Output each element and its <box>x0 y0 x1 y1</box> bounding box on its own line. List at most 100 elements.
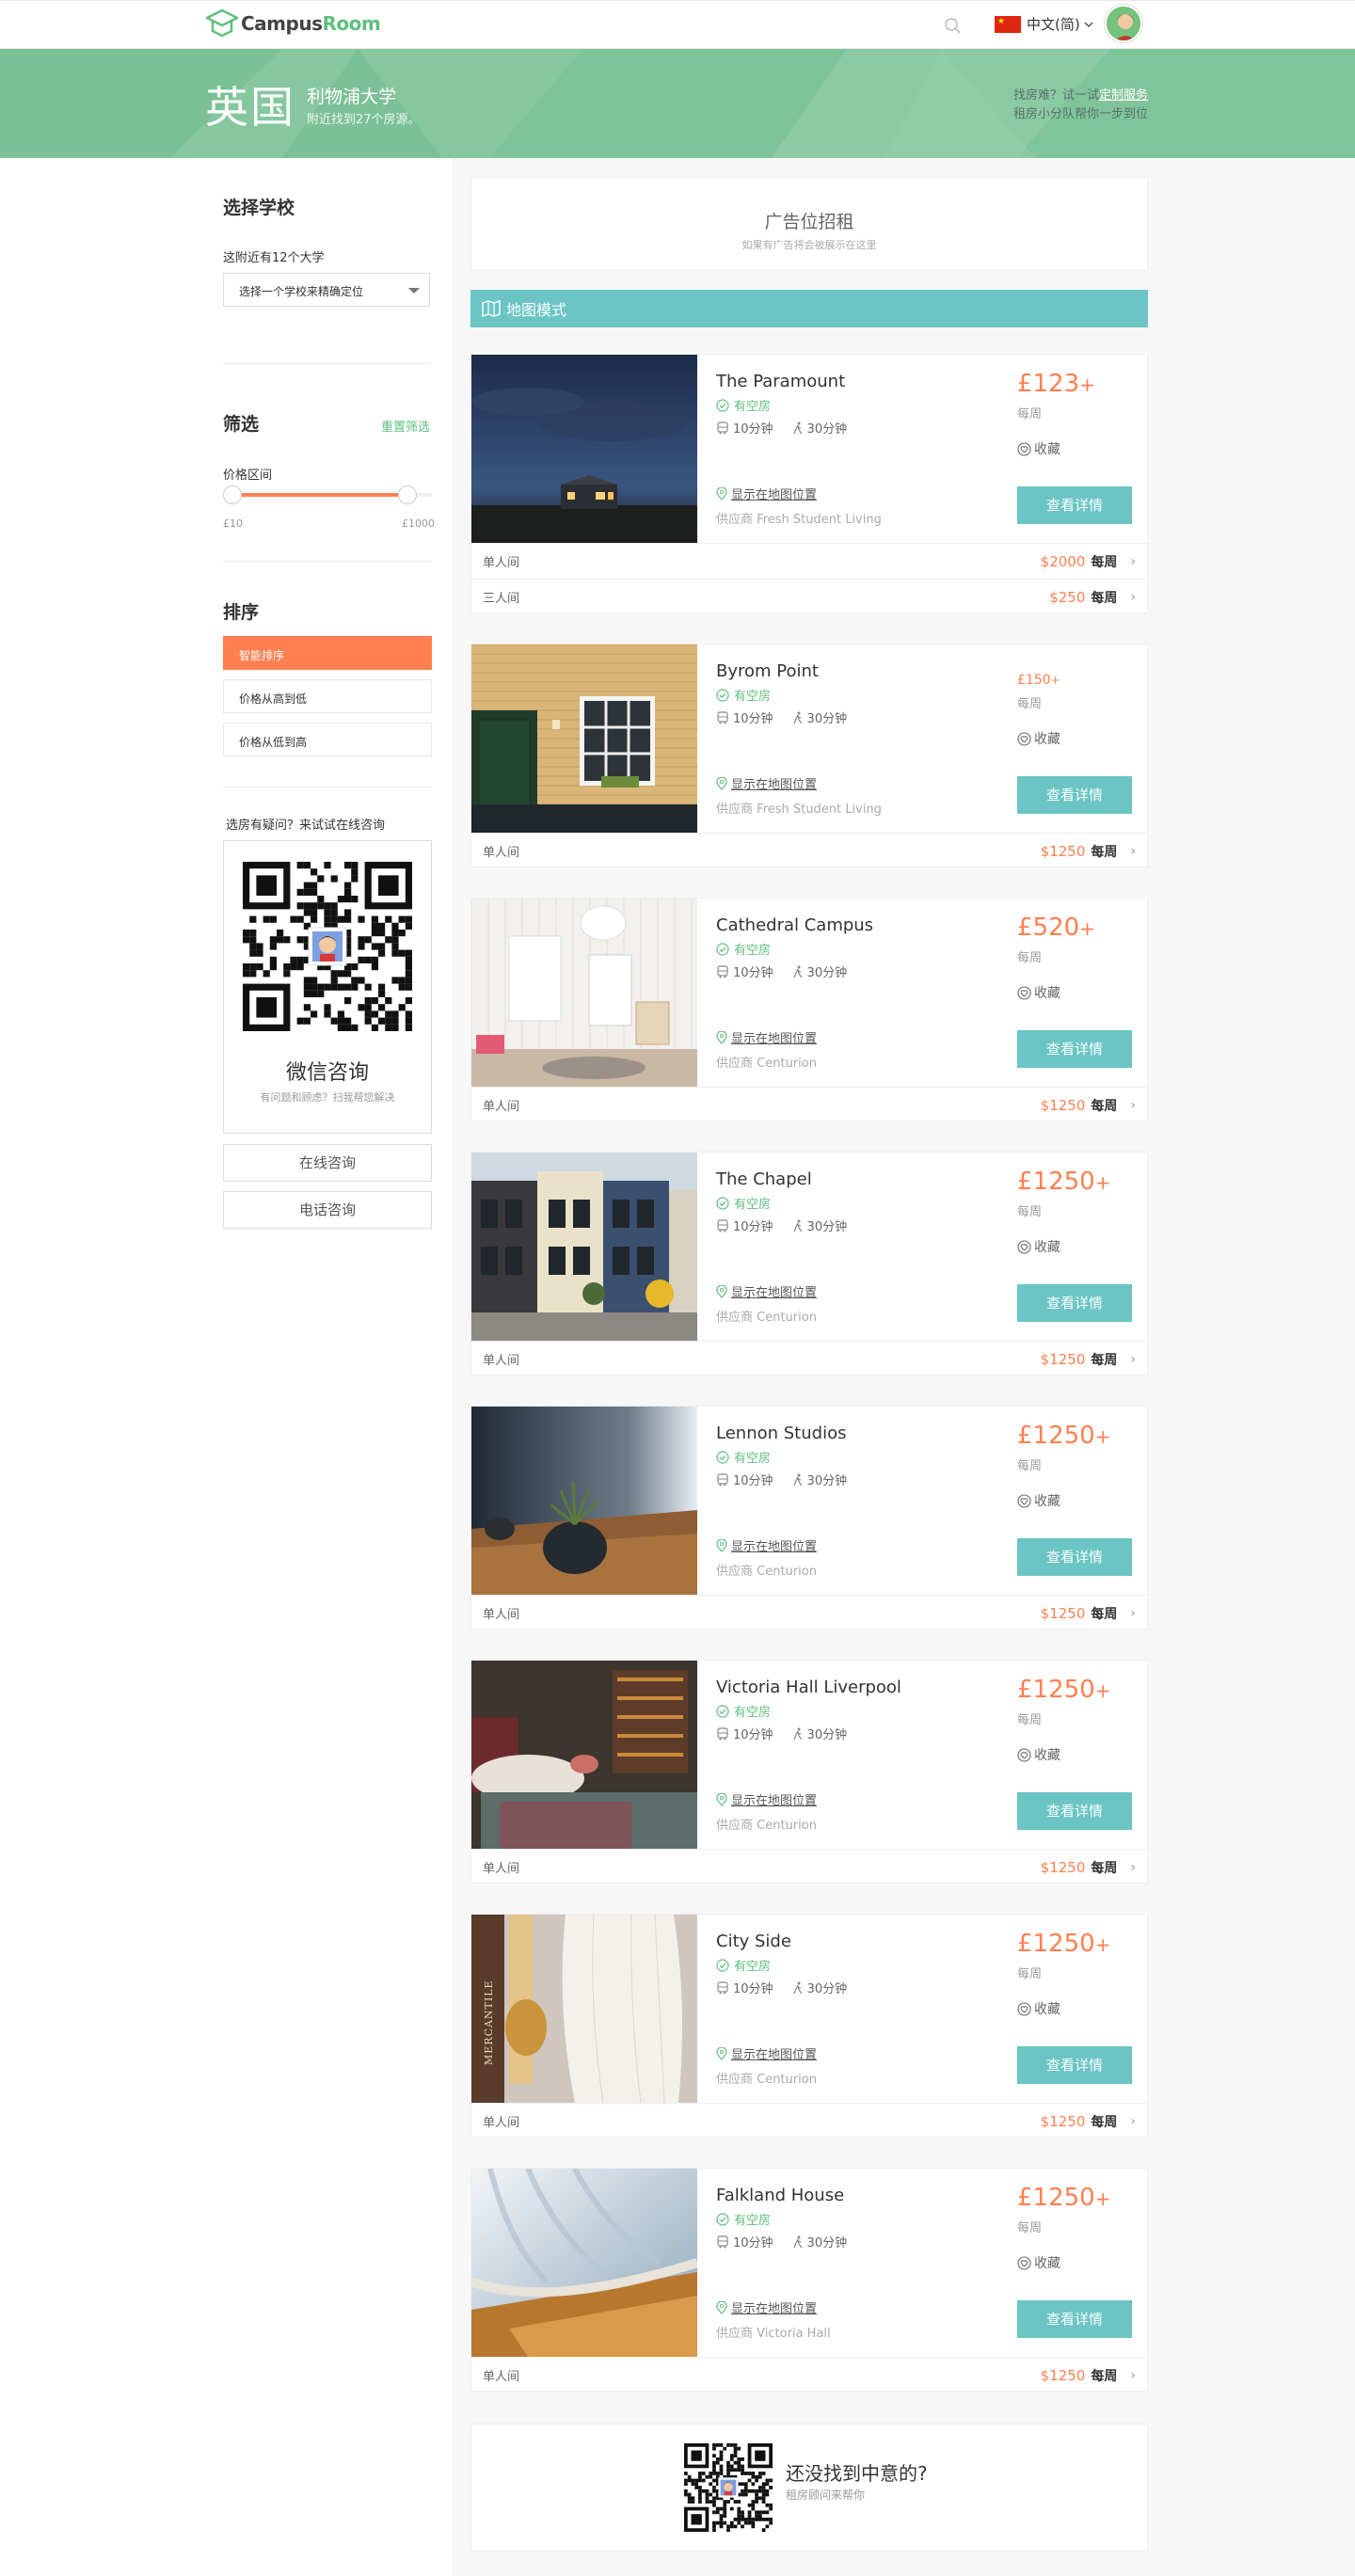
availability-label: 有空房 <box>734 1452 772 1466</box>
chevron-right-icon: › <box>1130 589 1136 605</box>
listing-photo[interactable] <box>471 898 697 1087</box>
view-details-button[interactable]: 查看详情 <box>1017 486 1132 524</box>
show-on-map-link[interactable]: 显示在地图位置 <box>716 2298 817 2316</box>
listing-name[interactable]: Cathedral Campus <box>716 915 873 935</box>
room-type-row[interactable]: 三人间 $250 每周 › <box>471 579 1147 614</box>
show-on-map-link[interactable]: 显示在地图位置 <box>716 2044 817 2062</box>
view-details-button[interactable]: 查看详情 <box>1017 1284 1132 1322</box>
sort-price-asc[interactable]: 价格从低到高 <box>223 723 432 756</box>
nearby-schools-count: 这附近有12个大学 <box>223 251 325 265</box>
check-circle-icon <box>716 2212 729 2226</box>
room-type-row[interactable]: 单人间 $1250 每周 › <box>471 1849 1147 1884</box>
view-details-button[interactable]: 查看详情 <box>1017 1538 1132 1576</box>
bus-icon <box>717 2234 728 2248</box>
listing-card: Cathedral Campus 有空房 10分钟 30分钟 显示在地图位置 供应商 Ce… <box>470 898 1148 1121</box>
map-mode-label: 地图模式 <box>506 301 567 319</box>
chevron-right-icon: › <box>1130 1097 1136 1113</box>
listing-name[interactable]: The Chapel <box>716 1169 812 1189</box>
favorite-button[interactable]: 收藏 <box>1017 1491 1060 1510</box>
sort-price-desc[interactable]: 价格从高到低 <box>223 679 432 713</box>
promo-text: 找房难？试一试 <box>1012 88 1099 103</box>
listing-photo[interactable] <box>471 2169 697 2357</box>
price-plus: + <box>1079 917 1095 940</box>
room-type-row[interactable]: 单人间 $1250 每周 › <box>471 2357 1147 2393</box>
chevron-down-icon <box>1084 21 1093 27</box>
logo[interactable]: CampusRoom <box>205 7 381 40</box>
school-select[interactable]: 选择一个学校来精确定位 <box>223 273 430 307</box>
favorite-button[interactable]: 收藏 <box>1017 983 1060 1002</box>
room-period: 每周 <box>1091 2114 1118 2130</box>
listing-photo[interactable] <box>471 1661 697 1849</box>
bus-time: 10分钟 <box>733 1474 773 1488</box>
listing-name[interactable]: Falkland House <box>716 2186 844 2205</box>
view-details-button[interactable]: 查看详情 <box>1017 1030 1132 1068</box>
price-slider-min-handle[interactable] <box>223 485 242 504</box>
listing-price: £1250+ <box>1017 2184 1110 2212</box>
price-slider-max-handle[interactable] <box>398 485 417 504</box>
favorite-button[interactable]: 收藏 <box>1017 1745 1060 1764</box>
show-on-map-link[interactable]: 显示在地图位置 <box>716 1790 817 1808</box>
view-details-button[interactable]: 查看详情 <box>1017 1792 1132 1830</box>
listing-name[interactable]: Byrom Point <box>716 661 819 681</box>
wechat-qr-code <box>243 862 412 1031</box>
room-type-row[interactable]: 单人间 $1250 每周 › <box>471 1087 1147 1122</box>
online-consult-button[interactable]: 在线咨询 <box>223 1144 432 1182</box>
language-selector[interactable]: 中文(简) <box>995 14 1094 34</box>
listing-name[interactable]: Victoria Hall Liverpool <box>716 1678 901 1697</box>
supplier-prefix: 供应商 <box>716 1565 754 1579</box>
check-circle-icon <box>716 1704 729 1718</box>
availability-status: 有空房 <box>716 940 771 958</box>
room-type-row[interactable]: 单人间 $1250 每周 › <box>471 1341 1147 1376</box>
listing-name[interactable]: The Paramount <box>716 372 845 391</box>
show-on-map-link[interactable]: 显示在地图位置 <box>716 485 817 502</box>
room-type-row[interactable]: 单人间 $1250 每周 › <box>471 833 1147 868</box>
room-type-row[interactable]: 单人间 $2000 每周 › <box>471 543 1147 579</box>
map-pin-icon <box>716 1284 727 1298</box>
search-icon[interactable] <box>944 17 963 36</box>
listing-name[interactable]: City Side <box>716 1932 791 1951</box>
advisor-qr-code <box>684 2443 773 2532</box>
show-on-map-link[interactable]: 显示在地图位置 <box>716 1028 817 1046</box>
supplier-name: Centurion <box>757 1057 817 1071</box>
room-type: 单人间 <box>483 556 520 570</box>
room-type-row[interactable]: 单人间 $1250 每周 › <box>471 1595 1147 1630</box>
view-details-button[interactable]: 查看详情 <box>1017 776 1132 814</box>
listing-price: £1250+ <box>1017 1930 1110 1958</box>
view-details-button[interactable]: 查看详情 <box>1017 2300 1132 2338</box>
favorite-button[interactable]: 收藏 <box>1017 1999 1060 2018</box>
view-details-button[interactable]: 查看详情 <box>1017 2046 1132 2084</box>
check-circle-icon <box>716 688 729 702</box>
reset-filter-link[interactable]: 重置筛选 <box>381 417 430 435</box>
favorite-button[interactable]: 收藏 <box>1017 1237 1060 1256</box>
show-on-map-link[interactable]: 显示在地图位置 <box>716 1536 817 1554</box>
favorite-label: 收藏 <box>1034 2256 1060 2271</box>
room-price: $1250 <box>1040 842 1086 860</box>
price-value: £1250 <box>1017 1676 1095 1704</box>
favorite-button[interactable]: 收藏 <box>1017 729 1060 748</box>
listing-photo[interactable] <box>471 1407 697 1595</box>
listing-name[interactable]: Lennon Studios <box>716 1423 846 1443</box>
walk-icon <box>792 1473 803 1486</box>
listing-photo[interactable] <box>471 644 697 833</box>
room-type: 单人间 <box>483 1862 520 1876</box>
top-navbar: CampusRoom 中文(简) <box>0 0 1355 49</box>
listing-photo[interactable]: MERCANTILE <box>471 1915 697 2103</box>
listing-photo[interactable] <box>471 1153 697 1341</box>
custom-service-link[interactable]: 定制服务 <box>1099 88 1148 103</box>
room-type-row[interactable]: 单人间 $1250 每周 › <box>471 2103 1147 2139</box>
show-on-map-link[interactable]: 显示在地图位置 <box>716 1282 817 1300</box>
listing-price: £1250+ <box>1017 1676 1110 1704</box>
favorite-button[interactable]: 收藏 <box>1017 2253 1060 2272</box>
sort-smart[interactable]: 智能排序 <box>223 636 432 670</box>
favorite-button[interactable]: 收藏 <box>1017 439 1060 458</box>
map-mode-bar[interactable]: 地图模式 <box>470 290 1148 327</box>
show-on-map-link[interactable]: 显示在地图位置 <box>716 774 817 792</box>
user-avatar[interactable] <box>1105 5 1142 42</box>
check-circle-icon <box>716 1450 729 1464</box>
listing-photo[interactable] <box>471 355 697 543</box>
phone-consult-button[interactable]: 电话咨询 <box>223 1191 432 1229</box>
walk-icon <box>792 2235 803 2248</box>
walk-icon <box>792 421 803 434</box>
commute-info: 10分钟 30分钟 <box>716 708 847 726</box>
show-on-map-label: 显示在地图位置 <box>731 2302 818 2316</box>
